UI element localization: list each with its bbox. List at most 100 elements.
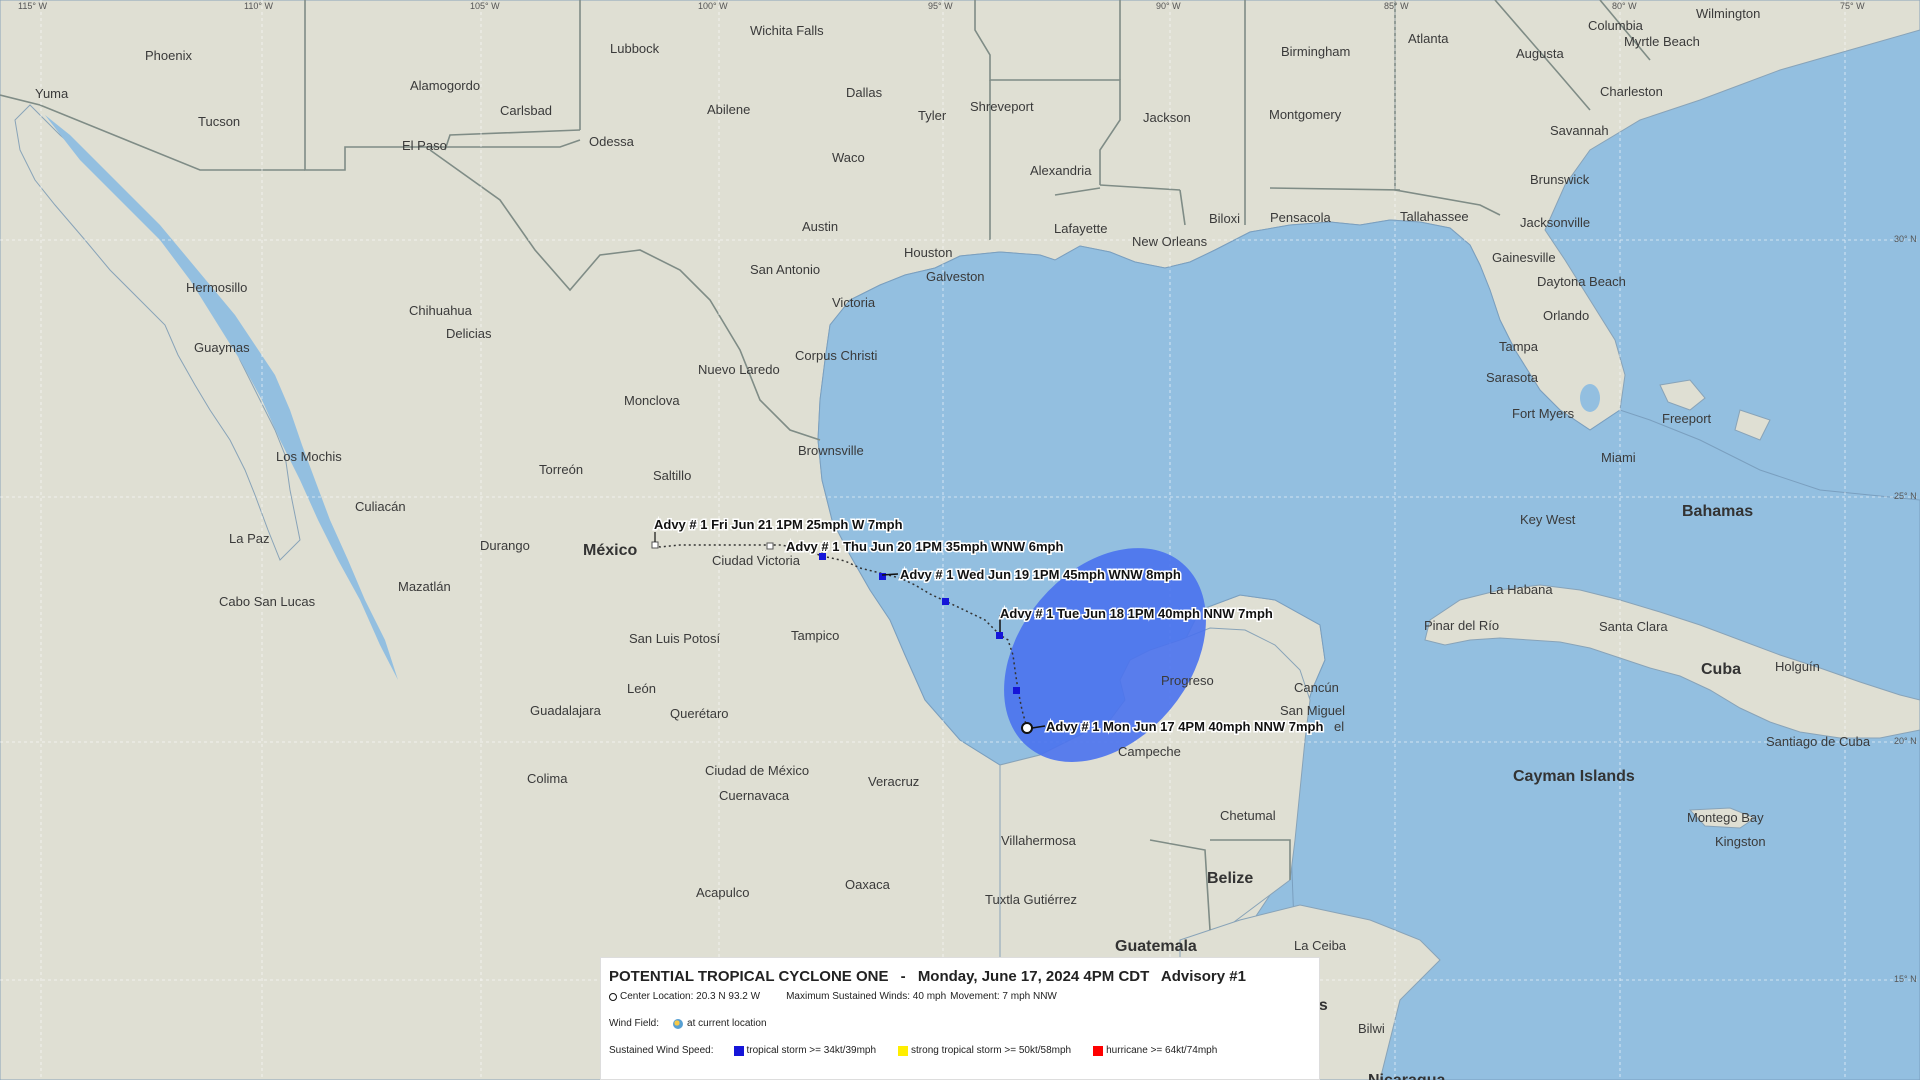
lon-label: 75° W — [1840, 1, 1865, 11]
city-label: Alamogordo — [410, 78, 480, 93]
city-label: Orlando — [1543, 308, 1589, 323]
city-label: San Miguel — [1280, 703, 1345, 718]
city-label: Atlanta — [1408, 31, 1449, 46]
city-label: León — [627, 681, 656, 696]
city-label: Biloxi — [1209, 211, 1240, 226]
city-label: Phoenix — [145, 48, 192, 63]
country-label: Cuba — [1701, 661, 1741, 678]
city-label: Wilmington — [1696, 6, 1760, 21]
city-label: Key West — [1520, 512, 1576, 527]
ts-label: tropical storm >= 34kt/39mph — [746, 1045, 877, 1056]
lat-label: 20° N — [1894, 736, 1917, 746]
lon-label: 115° W — [18, 1, 47, 11]
city-label: Progreso — [1161, 673, 1214, 688]
advisory-number: Advisory #1 — [1160, 968, 1246, 985]
city-label: Lafayette — [1054, 221, 1108, 236]
lon-label: 100° W — [698, 1, 728, 11]
city-label: Columbia — [1588, 18, 1644, 33]
city-label: Savannah — [1550, 123, 1609, 138]
current-center-marker — [1021, 722, 1033, 734]
city-label: Birmingham — [1281, 44, 1350, 59]
city-label: Odessa — [589, 134, 635, 149]
hu-label: hurricane >= 64kt/74mph — [1106, 1045, 1218, 1056]
movement: Movement: 7 mph NNW — [950, 991, 1057, 1002]
city-label: Jackson — [1143, 110, 1191, 125]
forecast-point-marker — [1013, 687, 1020, 694]
city-label: Los Mochis — [276, 449, 342, 464]
city-label: Abilene — [707, 102, 750, 117]
city-label: Nuevo Laredo — [698, 362, 780, 377]
city-label: Charleston — [1600, 84, 1663, 99]
city-label: Carlsbad — [500, 103, 552, 118]
city-label: Shreveport — [970, 99, 1034, 114]
city-label: Tyler — [918, 108, 947, 123]
city-label: Culiacán — [355, 499, 406, 514]
city-label: La Ceiba — [1294, 938, 1347, 953]
city-label: Waco — [832, 150, 865, 165]
forecast-map[interactable]: 115° W 110° W 105° W 100° W 95° W 90° W … — [0, 0, 1920, 1080]
city-label: Santiago de Cuba — [1766, 734, 1871, 749]
city-label: Tuxtla Gutiérrez — [985, 892, 1077, 907]
city-label: Oaxaca — [845, 877, 891, 892]
city-label: Querétaro — [670, 706, 729, 721]
wind-field-value: at current location — [687, 1018, 767, 1029]
center-icon — [609, 992, 617, 1001]
city-label: Nicaragua — [1368, 1072, 1445, 1080]
city-label: el — [1334, 719, 1344, 734]
forecast-point-marker — [879, 573, 886, 580]
city-label: Santa Clara — [1599, 619, 1668, 634]
city-label: Gainesville — [1492, 250, 1556, 265]
city-label: Guadalajara — [530, 703, 602, 718]
city-label: Jacksonville — [1520, 215, 1590, 230]
country-label: Guatemala — [1115, 938, 1197, 955]
city-label: Acapulco — [696, 885, 749, 900]
city-label: Monclova — [624, 393, 680, 408]
city-label: Brunswick — [1530, 172, 1590, 187]
forecast-point-marker — [651, 541, 659, 549]
city-label: Colima — [527, 771, 568, 786]
forecast-point-marker — [819, 553, 826, 560]
max-winds: Maximum Sustained Winds: 40 mph — [786, 991, 947, 1002]
city-label: Mazatlán — [398, 579, 451, 594]
lake-okeechobee — [1580, 384, 1600, 412]
wind-speed-row: Sustained Wind Speed: tropical storm >= … — [609, 1045, 1311, 1056]
city-label: La Paz — [229, 531, 269, 546]
city-label: Alexandria — [1030, 163, 1092, 178]
sts-label: strong tropical storm >= 50kt/58mph — [911, 1045, 1072, 1056]
center-row: Center Location: 20.3 N 93.2 W Maximum S… — [609, 991, 1311, 1002]
city-label: Kingston — [1715, 834, 1766, 849]
lon-label: 85° W — [1384, 1, 1409, 11]
sustained-label: Sustained Wind Speed: — [609, 1045, 714, 1056]
lat-label: 15° N — [1894, 974, 1917, 984]
city-label: Durango — [480, 538, 530, 553]
city-label: Victoria — [832, 295, 876, 310]
lon-label: 95° W — [928, 1, 953, 11]
city-label: Ciudad de México — [705, 763, 809, 778]
legend-panel: POTENTIAL TROPICAL CYCLONE ONE - Monday,… — [600, 957, 1320, 1080]
city-label: Tucson — [198, 114, 240, 129]
city-label: Fort Myers — [1512, 406, 1575, 421]
wind-field-label: Wind Field: — [609, 1018, 660, 1029]
forecast-point-marker — [996, 632, 1003, 639]
city-label: Bilwi — [1358, 1021, 1385, 1036]
city-label: Wichita Falls — [750, 23, 824, 38]
city-label: Augusta — [1516, 46, 1564, 61]
city-label: Holguín — [1775, 659, 1820, 674]
city-label: El Paso — [402, 138, 447, 153]
city-label: Chihuahua — [409, 303, 473, 318]
lat-label: 30° N — [1894, 234, 1917, 244]
city-label: San Antonio — [750, 262, 820, 277]
city-label: Saltillo — [653, 468, 691, 483]
forecast-label: Advy # 1 Mon Jun 17 4PM 40mph NNW 7mph — [1046, 719, 1323, 734]
forecast-label: Advy # 1 Fri Jun 21 1PM 25mph W 7mph — [654, 517, 903, 532]
lon-label: 90° W — [1156, 1, 1181, 11]
lon-label: 80° W — [1612, 1, 1637, 11]
city-label: Tallahassee — [1400, 209, 1469, 224]
city-label: Lubbock — [610, 41, 660, 56]
city-label: Austin — [802, 219, 838, 234]
sts-swatch — [898, 1045, 909, 1056]
city-label: Montego Bay — [1687, 810, 1764, 825]
city-label: Miami — [1601, 450, 1636, 465]
city-label: Hermosillo — [186, 280, 247, 295]
city-label: Veracruz — [868, 774, 919, 789]
